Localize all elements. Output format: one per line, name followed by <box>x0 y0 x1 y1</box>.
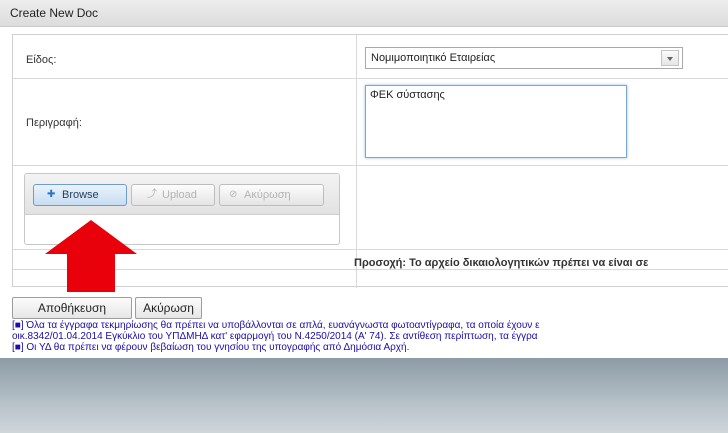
type-label: Είδος: <box>26 54 57 66</box>
note-line: [■] Όλα τα έγγραφα τεκμηρίωσης θα πρέπει… <box>12 320 540 331</box>
cancel-icon: ⊘ <box>229 189 238 200</box>
cancel-upload-button[interactable]: ⊘ Ακύρωση <box>219 184 324 206</box>
row-divider <box>13 165 728 166</box>
uploader-toolbar: ✚ Browse ⤴ Upload ⊘ Ακύρωση <box>25 174 339 215</box>
note-line: [■] Οι ΥΔ θα πρέπει να φέρουν βεβαίωση τ… <box>12 342 410 353</box>
browse-button[interactable]: ✚ Browse <box>33 184 127 206</box>
note-line: οικ.8342/01.04.2014 Εγκύκλιο του ΥΠΔΜΗΔ … <box>12 331 538 342</box>
browse-label: Browse <box>62 189 99 201</box>
row-divider <box>13 78 728 79</box>
footer-band <box>0 358 728 433</box>
window-title-bar: Create New Doc <box>0 0 728 27</box>
red-arrow-icon <box>45 220 137 292</box>
file-warning: Προσοχή: Το αρχείο δικαιολογητικών πρέπε… <box>354 257 649 269</box>
description-textarea[interactable]: ΦΕΚ σύστασης <box>365 85 627 158</box>
dropdown-toggle[interactable] <box>661 50 679 66</box>
chevron-down-icon <box>667 57 673 61</box>
upload-icon: ⤴ <box>147 189 157 200</box>
column-divider <box>356 35 357 288</box>
cancel-upload-label: Ακύρωση <box>244 189 291 201</box>
upload-label: Upload <box>162 189 197 201</box>
type-select-value: Νομιμοποιητικό Εταιρείας <box>371 52 496 64</box>
plus-icon: ✚ <box>47 189 56 200</box>
type-select[interactable]: Νομιμοποιητικό Εταιρείας <box>365 47 683 69</box>
description-text: ΦΕΚ σύστασης <box>370 89 445 101</box>
cancel-button[interactable]: Ακύρωση <box>135 297 202 319</box>
upload-button[interactable]: ⤴ Upload <box>131 184 215 206</box>
save-button[interactable]: Αποθήκευση <box>12 297 132 319</box>
description-label: Περιγραφή: <box>26 117 82 129</box>
window-title: Create New Doc <box>10 6 99 20</box>
